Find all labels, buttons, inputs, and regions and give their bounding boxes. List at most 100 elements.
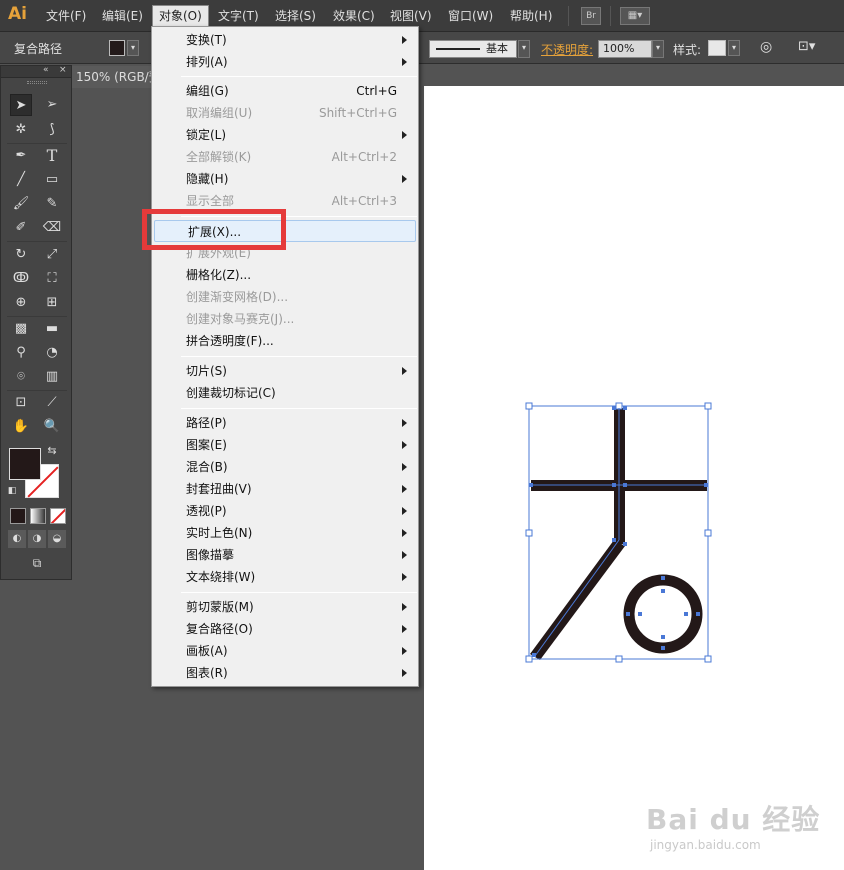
scale-tool-icon[interactable]: ⤢ xyxy=(41,244,63,266)
menu-item-live-paint[interactable]: 实时上色(N) xyxy=(153,522,417,544)
align-options-icon[interactable]: ⊡▾ xyxy=(798,39,815,54)
fill-dropdown-icon[interactable]: ▾ xyxy=(127,40,139,56)
close-panel-icon[interactable]: × xyxy=(59,65,67,75)
gradient-mode-icon[interactable] xyxy=(30,508,46,524)
draw-normal-icon[interactable]: ◐ xyxy=(8,530,26,548)
menu-item-shortcut: Ctrl+G xyxy=(356,84,397,98)
blend-tool-icon[interactable]: ◔ xyxy=(41,342,63,364)
menu-type[interactable]: 文字(T) xyxy=(212,6,265,26)
magic-wand-tool-icon[interactable]: ✲ xyxy=(10,119,32,141)
stroke-profile-field[interactable]: 基本 xyxy=(429,40,517,58)
pen-tool-icon[interactable]: ✒ xyxy=(10,145,32,167)
workspace-switcher-icon[interactable]: ▦▾ xyxy=(620,7,650,25)
shape-builder-tool-icon[interactable]: ⊕ xyxy=(10,292,32,314)
menu-item-group[interactable]: 编组(G) Ctrl+G xyxy=(153,80,417,102)
collapse-panel-icon[interactable]: « xyxy=(43,65,49,75)
menu-item-transform[interactable]: 变换(T) xyxy=(153,29,417,51)
menu-item-label: 锁定(L) xyxy=(186,128,227,142)
menu-object[interactable]: 对象(O) xyxy=(152,5,209,27)
menu-item-label: 扩展(X)... xyxy=(188,225,242,239)
opacity-dropdown-icon[interactable]: ▾ xyxy=(652,40,664,58)
rectangle-tool-icon[interactable]: ▭ xyxy=(41,169,63,191)
menu-item-lock[interactable]: 锁定(L) xyxy=(153,124,417,146)
blob-brush-tool-icon[interactable]: ✐ xyxy=(10,217,32,239)
menu-item-label: 创建裁切标记(C) xyxy=(186,386,276,400)
menu-item-create-trim-marks[interactable]: 创建裁切标记(C) xyxy=(153,382,417,404)
submenu-arrow-icon xyxy=(402,441,407,449)
bridge-icon[interactable]: Br xyxy=(581,7,601,25)
submenu-arrow-icon xyxy=(402,463,407,471)
menu-item-compound-path[interactable]: 复合路径(O) xyxy=(153,618,417,640)
swap-fill-stroke-icon[interactable]: ⇆ xyxy=(45,444,59,458)
selection-tool-icon[interactable]: ➤ xyxy=(10,94,32,116)
app-logo: Ai xyxy=(8,4,27,24)
menu-item-blend[interactable]: 混合(B) xyxy=(153,456,417,478)
graphic-style-swatch[interactable] xyxy=(708,40,726,56)
menu-window[interactable]: 窗口(W) xyxy=(442,6,499,26)
menu-item-pattern[interactable]: 图案(E) xyxy=(153,434,417,456)
symbol-sprayer-tool-icon[interactable]: ⌾ xyxy=(10,366,32,388)
menu-item-label: 全部解锁(K) xyxy=(186,150,252,164)
perspective-grid-tool-icon[interactable]: ⊞ xyxy=(41,292,63,314)
pencil-tool-icon[interactable]: ✎ xyxy=(41,193,63,215)
menu-item-artboards[interactable]: 画板(A) xyxy=(153,640,417,662)
eyedropper-tool-icon[interactable]: ⚲ xyxy=(10,342,32,364)
draw-behind-icon[interactable]: ◑ xyxy=(28,530,46,548)
document-tab[interactable]: 150% (RGB/预 xyxy=(70,66,160,88)
style-dropdown-icon[interactable]: ▾ xyxy=(728,40,740,56)
direct-selection-tool-icon[interactable]: ➢ xyxy=(41,94,63,116)
lasso-tool-icon[interactable]: ⟆ xyxy=(41,119,63,141)
color-mode-icon[interactable] xyxy=(10,508,26,524)
recolor-icon[interactable]: ◎ xyxy=(760,39,772,55)
menu-item-hide[interactable]: 隐藏(H) xyxy=(153,168,417,190)
screen-mode-icon[interactable]: ⧉ xyxy=(25,554,49,572)
menu-help[interactable]: 帮助(H) xyxy=(504,6,558,26)
fill-color-box[interactable] xyxy=(9,448,41,480)
tools-panel-header[interactable]: « × xyxy=(1,65,71,78)
hand-tool-icon[interactable]: ✋ xyxy=(10,416,32,438)
menu-item-clipping-mask[interactable]: 剪切蒙版(M) xyxy=(153,596,417,618)
artboard-tool-icon[interactable]: ⊡ xyxy=(10,392,32,414)
menu-item-graph[interactable]: 图表(R) xyxy=(153,662,417,684)
stroke-style-dropdown-icon[interactable]: ▾ xyxy=(518,40,530,58)
eraser-tool-icon[interactable]: ⌫ xyxy=(41,217,63,239)
column-graph-tool-icon[interactable]: ▥ xyxy=(41,366,63,388)
menu-item-image-trace[interactable]: 图像描摹 xyxy=(153,544,417,566)
menu-item-flatten-transparency[interactable]: 拼合透明度(F)... xyxy=(153,330,417,352)
menu-item-label: 扩展外观(E) xyxy=(186,246,251,260)
menu-view[interactable]: 视图(V) xyxy=(384,6,438,26)
menu-item-text-wrap[interactable]: 文本绕排(W) xyxy=(153,566,417,588)
menu-item-perspective[interactable]: 透视(P) xyxy=(153,500,417,522)
menu-effect[interactable]: 效果(C) xyxy=(327,6,381,26)
baidu-watermark: Bai du 经验 jingyan.baidu.com xyxy=(646,798,820,852)
menu-file[interactable]: 文件(F) xyxy=(40,6,92,26)
fill-color-swatch[interactable] xyxy=(109,40,125,56)
type-tool-icon[interactable]: T xyxy=(41,145,63,167)
menu-item-envelope-distort[interactable]: 封套扭曲(V) xyxy=(153,478,417,500)
menu-item-ungroup: 取消编组(U) Shift+Ctrl+G xyxy=(153,102,417,124)
paintbrush-tool-icon[interactable]: 🖌 xyxy=(10,193,32,215)
rotate-tool-icon[interactable]: ↻ xyxy=(10,244,32,266)
artboard[interactable] xyxy=(424,86,844,870)
free-transform-tool-icon[interactable]: ⛶ xyxy=(41,268,63,290)
menu-item-label: 封套扭曲(V) xyxy=(186,482,252,496)
zoom-tool-icon[interactable]: 🔍 xyxy=(41,416,63,438)
menu-item-arrange[interactable]: 排列(A) xyxy=(153,51,417,73)
gradient-tool-icon[interactable]: ▬ xyxy=(41,318,63,340)
mesh-tool-icon[interactable]: ▩ xyxy=(10,318,32,340)
opacity-field[interactable]: 100% xyxy=(598,40,652,58)
menu-select[interactable]: 选择(S) xyxy=(269,6,322,26)
draw-inside-icon[interactable]: ◒ xyxy=(48,530,66,548)
opacity-label[interactable]: 不透明度: xyxy=(541,41,593,58)
menu-item-slice[interactable]: 切片(S) xyxy=(153,360,417,382)
warp-tool-icon[interactable]: ↂ xyxy=(10,268,32,290)
menu-item-label: 隐藏(H) xyxy=(186,172,229,186)
menu-item-path[interactable]: 路径(P) xyxy=(153,412,417,434)
menu-item-rasterize[interactable]: 栅格化(Z)... xyxy=(153,264,417,286)
menu-edit[interactable]: 编辑(E) xyxy=(96,6,149,26)
menu-item-expand[interactable]: 扩展(X)... xyxy=(154,220,416,242)
none-mode-icon[interactable] xyxy=(50,508,66,524)
line-segment-tool-icon[interactable]: ╱ xyxy=(10,169,32,191)
default-fill-stroke-icon[interactable]: ◧ xyxy=(5,484,19,498)
slice-tool-icon[interactable]: ⟋ xyxy=(41,392,63,414)
